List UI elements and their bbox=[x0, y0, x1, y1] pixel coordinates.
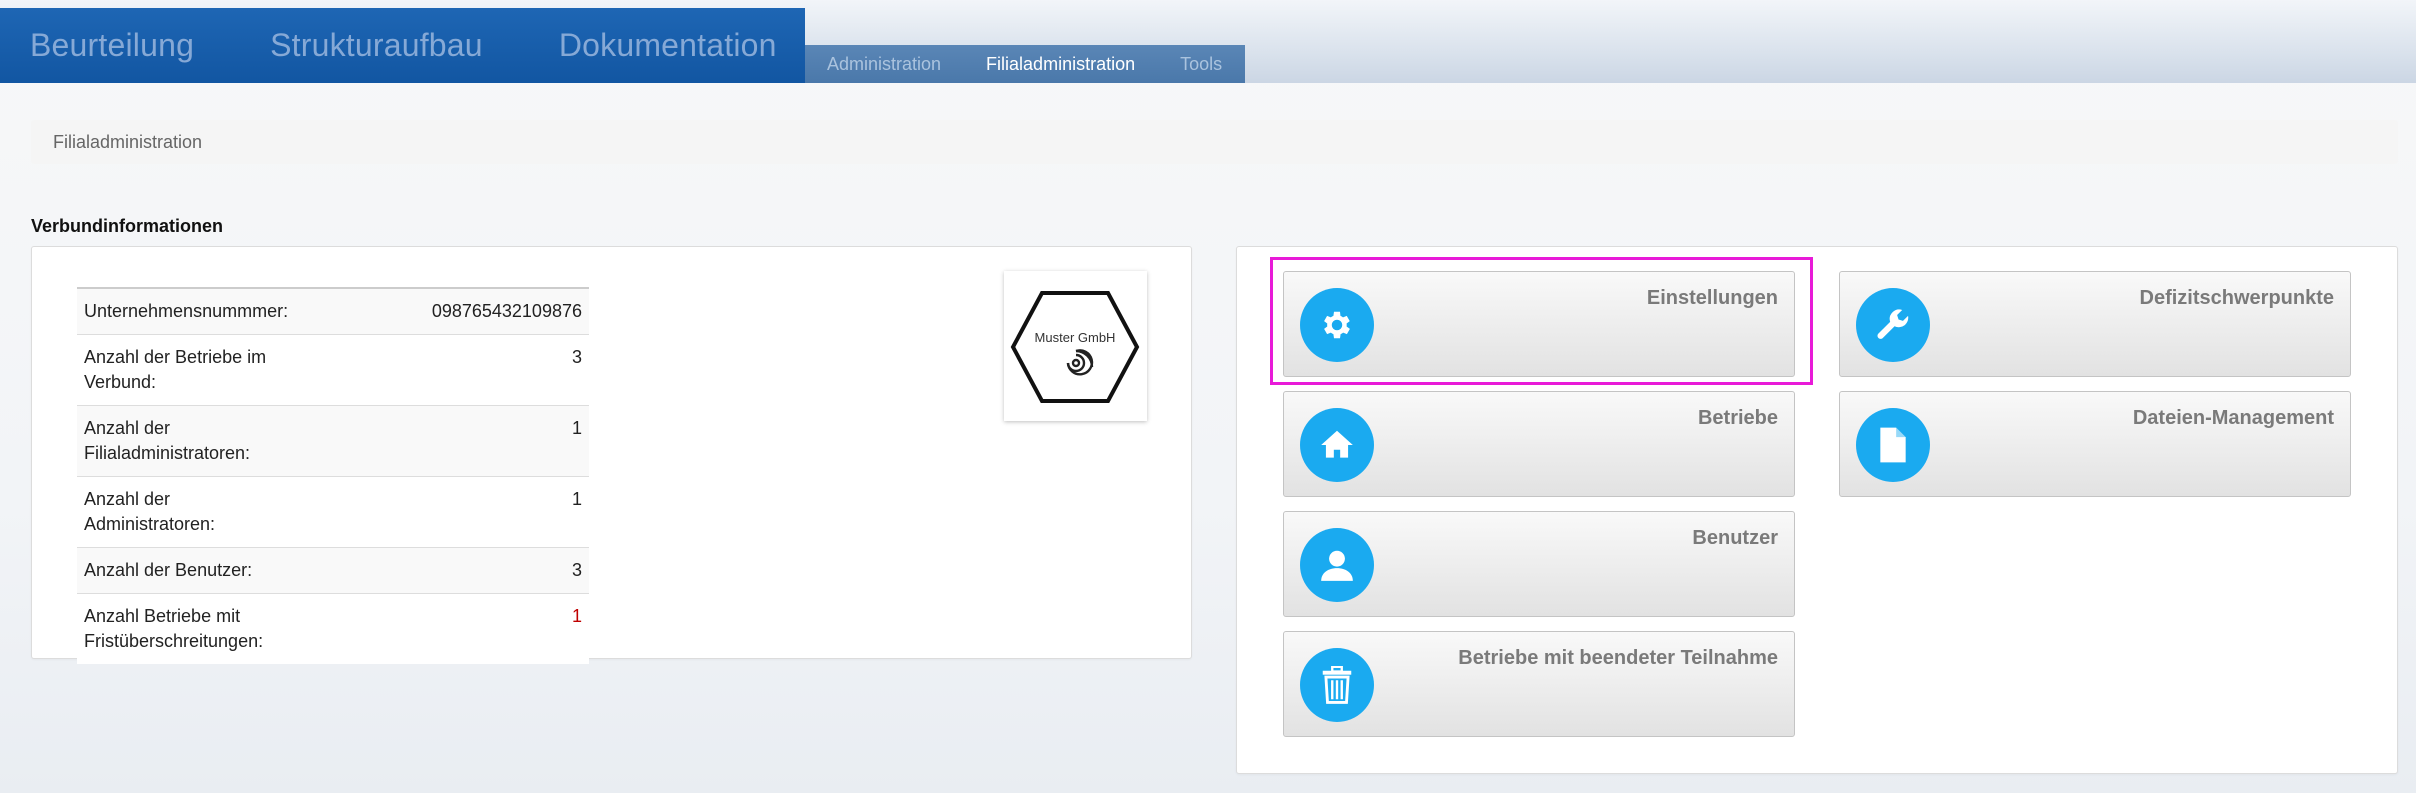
info-label: Anzahl der Filialadministratoren: bbox=[84, 418, 251, 463]
table-row: Anzahl der Benutzer: 3 bbox=[77, 547, 589, 594]
beendete-teilnahme-button[interactable]: Betriebe mit beendeter Teilnahme bbox=[1283, 631, 1795, 737]
info-value: 3 bbox=[571, 347, 582, 367]
info-value: 1 bbox=[571, 418, 582, 438]
info-label: Anzahl Betriebe mit Fristüberschreitunge… bbox=[84, 606, 264, 651]
info-value: 3 bbox=[571, 560, 582, 580]
section-title: Verbundinformationen bbox=[31, 216, 224, 236]
info-table: Unternehmensnummmer: 098765432109876 Anz… bbox=[77, 287, 589, 664]
main-tab-dokumentation[interactable]: Dokumentation bbox=[559, 27, 777, 64]
table-row: Anzahl der Betriebe im Verbund: 3 bbox=[77, 334, 589, 406]
table-row: Unternehmensnummmer: 098765432109876 bbox=[77, 288, 589, 335]
sub-navigation: Administration Filialadministration Tool… bbox=[805, 45, 1245, 83]
tile-label: Benutzer bbox=[1692, 527, 1778, 549]
main-navigation: Beurteilung Strukturaufbau Dokumentation bbox=[0, 8, 805, 83]
main-tab-strukturaufbau[interactable]: Strukturaufbau bbox=[270, 27, 483, 64]
tile-label: Betriebe mit beendeter Teilnahme bbox=[1458, 647, 1778, 669]
sub-tab-administration[interactable]: Administration bbox=[827, 54, 941, 75]
info-label: Anzahl der Benutzer: bbox=[84, 560, 253, 580]
table-row: Anzahl der Administratoren: 1 bbox=[77, 476, 589, 548]
main-tab-beurteilung[interactable]: Beurteilung bbox=[30, 27, 194, 64]
benutzer-button[interactable]: Benutzer bbox=[1283, 511, 1795, 617]
file-icon bbox=[1856, 408, 1930, 482]
betriebe-button[interactable]: Betriebe bbox=[1283, 391, 1795, 497]
breadcrumb: Filialadministration bbox=[31, 120, 2398, 164]
info-panel: Unternehmensnummmer: 098765432109876 Anz… bbox=[31, 246, 1192, 664]
tile-label: Defizitschwerpunkte bbox=[2139, 287, 2334, 309]
info-label: Unternehmensnummmer: bbox=[84, 301, 289, 321]
sub-tab-tools[interactable]: Tools bbox=[1180, 54, 1222, 75]
info-label: Anzahl der Administratoren: bbox=[84, 489, 216, 534]
table-row: Anzahl Betriebe mit Fristüberschreitunge… bbox=[77, 593, 589, 664]
logo-hexagon-icon: Muster GmbH bbox=[1010, 291, 1140, 403]
breadcrumb-item[interactable]: Filialadministration bbox=[53, 132, 202, 152]
wrench-icon bbox=[1856, 288, 1930, 362]
logo-text: Muster GmbH bbox=[1035, 330, 1116, 345]
info-value: 1 bbox=[571, 489, 582, 509]
user-icon bbox=[1300, 528, 1374, 602]
trash-icon bbox=[1300, 648, 1374, 722]
info-value: 098765432109876 bbox=[431, 301, 582, 321]
home-icon bbox=[1300, 408, 1374, 482]
sub-tab-filialadministration[interactable]: Filialadministration bbox=[986, 54, 1135, 75]
tile-label: Betriebe bbox=[1697, 407, 1778, 429]
table-row: Anzahl der Filialadministratoren: 1 bbox=[77, 405, 589, 477]
info-value-alert: 1 bbox=[571, 606, 582, 626]
defizitschwerpunkte-button[interactable]: Defizitschwerpunkte bbox=[1839, 271, 2351, 377]
info-label: Anzahl der Betriebe im Verbund: bbox=[84, 347, 267, 392]
company-logo: Muster GmbH bbox=[1004, 271, 1147, 421]
dateien-management-button[interactable]: Dateien-Management bbox=[1839, 391, 2351, 497]
tile-label: Dateien-Management bbox=[2132, 407, 2334, 429]
selection-highlight bbox=[1270, 257, 1813, 385]
